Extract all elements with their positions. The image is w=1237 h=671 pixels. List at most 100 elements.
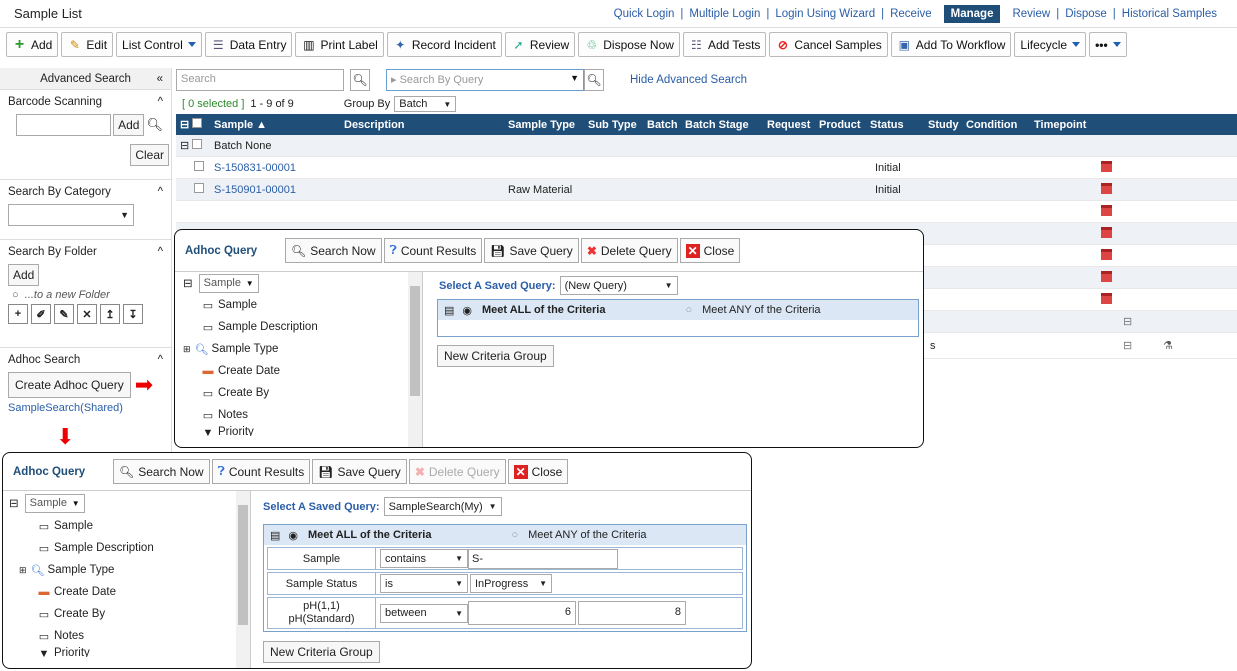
col-sample[interactable]: Sample ▲: [210, 119, 340, 131]
calendar-icon[interactable]: [1101, 292, 1112, 304]
tree-item-priority[interactable]: ▼ Priority: [175, 426, 422, 436]
data-entry-button[interactable]: ☰ Data Entry: [204, 32, 293, 57]
tree-item-create-date[interactable]: ▬ Create Date: [175, 360, 422, 382]
criteria-value-input[interactable]: S-: [468, 548, 618, 569]
tree-item-sample-type[interactable]: ⊞ 🔍︎ Sample Type: [175, 338, 422, 360]
move-down-icon[interactable]: ↧: [123, 304, 143, 324]
more-button[interactable]: •••: [1089, 32, 1127, 57]
calendar-icon[interactable]: [1101, 160, 1112, 172]
range-min-input[interactable]: 6: [468, 601, 576, 625]
nav-dispose[interactable]: Dispose: [1059, 8, 1113, 20]
lab-flask-icon[interactable]: ⚗: [1159, 339, 1173, 352]
row-checkbox[interactable]: [194, 161, 204, 171]
eraser-icon[interactable]: ✐: [31, 304, 51, 324]
tree-item-create-by[interactable]: ▭ Create By: [3, 603, 250, 625]
tree-item-sample-type[interactable]: ⊞ 🔍︎ Sample Type: [3, 559, 250, 581]
sample-link[interactable]: S-150831-00001: [210, 162, 504, 174]
operator-select[interactable]: between ▼: [380, 603, 468, 623]
search-now-button[interactable]: 🔍︎ Search Now: [285, 238, 382, 263]
tree-root-select[interactable]: Sample ▼: [24, 493, 85, 513]
table-row[interactable]: S-150901-00001 Raw Material Initial: [176, 179, 1237, 201]
barcode-input[interactable]: [16, 114, 112, 136]
barcode-add-button[interactable]: Add: [113, 114, 145, 136]
dispose-now-button[interactable]: ♲ Dispose Now: [578, 32, 680, 57]
count-results-button[interactable]: ❓︎ Count Results: [211, 459, 311, 484]
calendar-icon[interactable]: [1101, 226, 1112, 238]
calendar-icon[interactable]: [1101, 270, 1112, 282]
search-icon[interactable]: 🔍︎: [584, 69, 604, 91]
meet-any-radio[interactable]: ○: [511, 529, 518, 541]
range-max-input[interactable]: 8: [578, 601, 686, 625]
meet-all-radio[interactable]: ◉: [462, 304, 472, 317]
tree-item-notes[interactable]: ▭ Notes: [3, 625, 250, 647]
nav-multiple-login[interactable]: Multiple Login: [683, 8, 766, 20]
tree-item-create-by[interactable]: ▭ Create By: [175, 382, 422, 404]
nav-quick-login[interactable]: Quick Login: [608, 8, 681, 20]
save-query-button[interactable]: 💾︎ Save Query: [484, 238, 579, 263]
tree-item-sample-description[interactable]: ▭ Sample Description: [175, 316, 422, 338]
nav-login-wizard[interactable]: Login Using Wizard: [769, 8, 881, 20]
lifecycle-button[interactable]: Lifecycle: [1014, 32, 1087, 57]
table-row[interactable]: S-150831-00001 Initial: [176, 157, 1237, 179]
search-icon[interactable]: 🔍︎: [350, 69, 370, 91]
list-control-button[interactable]: List Control: [116, 32, 202, 57]
operator-select[interactable]: contains ▼: [380, 549, 468, 568]
saved-query-select[interactable]: SampleSearch(My) ▼: [383, 497, 502, 516]
collapse-icon[interactable]: ⊟: [183, 276, 193, 290]
new-folder-radio[interactable]: ○ ...to a new Folder: [12, 289, 163, 301]
new-criteria-group-button[interactable]: New Criteria Group: [263, 641, 380, 663]
col-condition[interactable]: Condition: [962, 119, 1030, 131]
col-batch[interactable]: Batch: [643, 119, 681, 131]
create-adhoc-query-button[interactable]: Create Adhoc Query: [8, 372, 131, 398]
calendar-icon[interactable]: [1101, 182, 1112, 194]
add-tests-button[interactable]: ☷ Add Tests: [682, 32, 767, 57]
add-button[interactable]: + Add: [6, 32, 59, 57]
chevron-up-icon[interactable]: ^: [158, 96, 163, 108]
new-criteria-group-button[interactable]: New Criteria Group: [437, 345, 554, 367]
col-timepoint[interactable]: Timepoint: [1030, 119, 1110, 131]
nav-historical-samples[interactable]: Historical Samples: [1116, 8, 1223, 20]
col-description[interactable]: Description: [340, 119, 504, 131]
workflow-icon[interactable]: ⊟: [1119, 315, 1132, 328]
col-product[interactable]: Product: [815, 119, 866, 131]
col-request[interactable]: Request: [763, 119, 815, 131]
saved-query-select[interactable]: (New Query) ▼: [559, 276, 678, 295]
row-checkbox[interactable]: [194, 183, 204, 193]
saved-search-link[interactable]: SampleSearch(Shared): [8, 402, 163, 414]
save-query-button[interactable]: 💾︎ Save Query: [312, 459, 407, 484]
tree-item-sample[interactable]: ▭ Sample: [175, 294, 422, 316]
folder-add-icon[interactable]: +: [8, 304, 28, 324]
tree-root-select[interactable]: Sample ▼: [198, 273, 259, 293]
chevron-up-icon[interactable]: ^: [158, 354, 163, 366]
barcode-clear-button[interactable]: Clear: [130, 144, 169, 166]
workflow-icon[interactable]: ⊟: [1119, 339, 1159, 352]
select-all-checkbox[interactable]: ⊟: [176, 118, 210, 131]
nav-receive[interactable]: Receive: [884, 8, 938, 20]
col-status[interactable]: Status: [866, 119, 924, 131]
category-select[interactable]: ▼: [8, 204, 134, 226]
operator-select[interactable]: is ▼: [380, 574, 468, 593]
meet-any-radio[interactable]: ○: [685, 304, 692, 316]
tree-scrollbar[interactable]: [408, 272, 422, 447]
collapse-icon[interactable]: «: [157, 73, 163, 85]
hide-advanced-search-link[interactable]: Hide Advanced Search: [630, 74, 747, 86]
count-results-button[interactable]: ❓︎ Count Results: [383, 238, 483, 263]
delete-query-button[interactable]: ✖ Delete Query: [580, 238, 678, 263]
expand-icon[interactable]: ⊞: [183, 344, 191, 355]
calendar-icon[interactable]: [1101, 204, 1112, 216]
meet-all-radio[interactable]: ◉: [288, 529, 298, 542]
query-select[interactable]: ▸ Search By Query ▼: [386, 69, 584, 91]
close-button[interactable]: ✕ Close: [507, 459, 569, 484]
expand-icon[interactable]: ⊞: [19, 565, 27, 576]
col-sub-type[interactable]: Sub Type: [584, 119, 643, 131]
tree-item-create-date[interactable]: ▬ Create Date: [3, 581, 250, 603]
chevron-up-icon[interactable]: ^: [158, 186, 163, 198]
calendar-icon[interactable]: [1101, 248, 1112, 260]
sample-link[interactable]: S-150901-00001: [210, 184, 504, 196]
tree-item-priority[interactable]: ▼ Priority: [3, 647, 250, 657]
group-row[interactable]: ⊟ Batch None: [176, 135, 1237, 157]
cancel-samples-button[interactable]: ⊘ Cancel Samples: [769, 32, 888, 57]
tree-item-sample[interactable]: ▭ Sample: [3, 515, 250, 537]
nav-review[interactable]: Review: [1006, 8, 1056, 20]
col-study[interactable]: Study: [924, 119, 962, 131]
